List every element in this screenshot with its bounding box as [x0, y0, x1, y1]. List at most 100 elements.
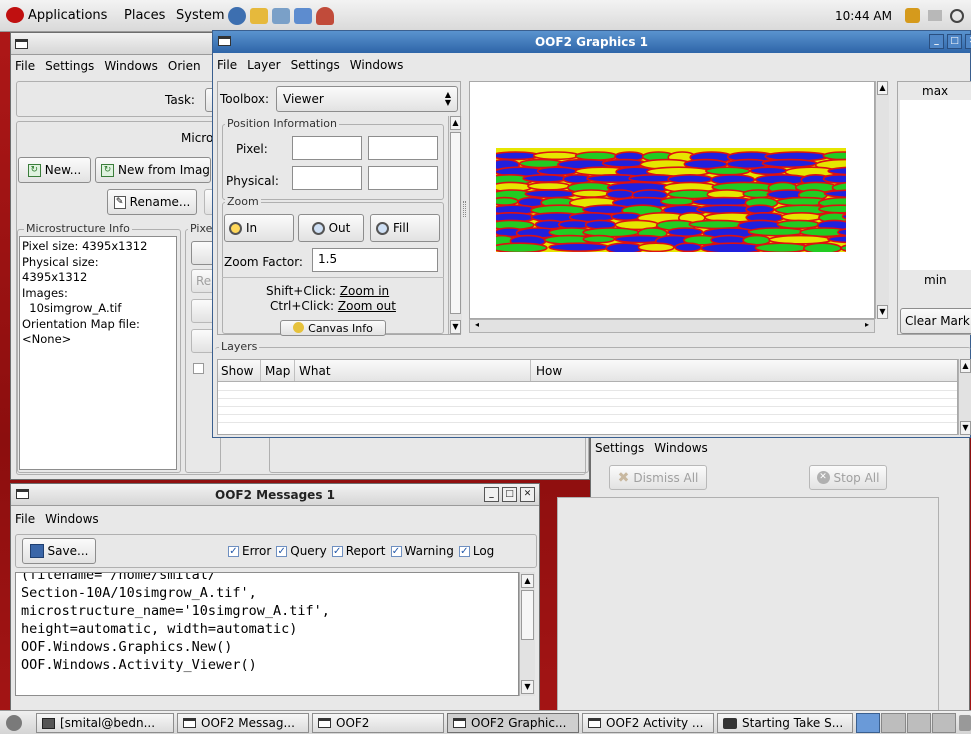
menu-orientation[interactable]: Orien [168, 59, 201, 73]
maximize-icon[interactable]: □ [502, 487, 517, 502]
new-microstructure-button[interactable]: ↻ New... [18, 157, 91, 183]
menu-file[interactable]: File [15, 512, 35, 526]
canvas-scroll-down-icon[interactable]: ▼ [877, 305, 888, 319]
scroll-down-icon[interactable]: ▼ [450, 320, 461, 334]
info-line: Images: [22, 285, 68, 300]
save-button[interactable]: Save... [22, 538, 96, 564]
task-terminal[interactable]: [smital@bedn... [36, 713, 174, 733]
maximize-icon[interactable]: □ [947, 34, 962, 49]
trash-icon[interactable] [959, 715, 971, 731]
dismiss-all-button[interactable]: ✖ Dismiss All [609, 465, 707, 490]
close-icon[interactable]: ✕ [965, 34, 971, 49]
canvas-scroll-up-icon[interactable]: ▲ [877, 81, 888, 95]
minimize-icon[interactable]: _ [484, 487, 499, 502]
redhat-logo-icon[interactable] [6, 7, 24, 23]
zoom-factor-field[interactable]: 1.5 [312, 248, 438, 272]
physical-x-field[interactable] [292, 166, 362, 190]
canvas-vscroll[interactable]: ▲ ▼ [875, 81, 889, 319]
log-scroll-thumb[interactable] [521, 590, 534, 640]
menu-layer[interactable]: Layer [247, 58, 280, 72]
col-map[interactable]: Map [265, 364, 290, 378]
canvas-hscroll[interactable]: ◂ ▸ [469, 319, 875, 333]
workspace-4[interactable] [931, 713, 956, 733]
layers-scrollbar[interactable]: ▲ ▼ [958, 359, 971, 435]
zoom-out-button[interactable]: Out [298, 214, 364, 242]
launcher-chat-icon[interactable] [272, 8, 290, 24]
toolbox-scrollbar[interactable]: ▲ ▼ [448, 116, 462, 334]
pixel-y-field[interactable] [368, 136, 438, 160]
task-activity[interactable]: OOF2 Activity ... [582, 713, 714, 733]
canvas-scroll-right-icon[interactable]: ▸ [861, 320, 873, 332]
launcher-notes-icon[interactable] [294, 8, 312, 24]
clock[interactable]: 10:44 AM [835, 9, 892, 23]
task-messages[interactable]: OOF2 Messag... [177, 713, 309, 733]
menu-places[interactable]: Places [124, 8, 165, 23]
layers-table[interactable]: Show Map What How [217, 359, 958, 435]
stop-all-button[interactable]: ✕ Stop All [809, 465, 887, 490]
messages-titlebar[interactable]: OOF2 Messages 1 _ □ ✕ [11, 484, 539, 506]
task-terminal-label: [smital@bedn... [60, 716, 156, 730]
workspace-3[interactable] [906, 713, 931, 733]
menu-windows[interactable]: Windows [350, 58, 404, 72]
graphics-canvas[interactable] [469, 81, 875, 319]
tray-update-icon[interactable] [905, 8, 920, 23]
rename-button[interactable]: ✎ Rename... [107, 189, 197, 215]
filter-error[interactable]: ✓ Error [228, 544, 271, 558]
zoom-fill-button[interactable]: Fill [370, 214, 440, 242]
filter-warning[interactable]: ✓ Warning [390, 544, 454, 558]
message-log[interactable]: (filename='/home/smital/ Section-10A/10s… [15, 572, 519, 696]
new-from-image-button[interactable]: ↻ New from Imag [95, 157, 211, 183]
menu-windows[interactable]: Windows [654, 441, 708, 455]
task-graphics[interactable]: OOF2 Graphic... [447, 713, 579, 733]
activity-list-panel [557, 497, 939, 711]
menu-settings[interactable]: Settings [291, 58, 340, 72]
tray-network-icon[interactable] [928, 10, 942, 21]
tray-volume-icon[interactable] [950, 9, 964, 23]
layers-scroll-down-icon[interactable]: ▼ [960, 421, 971, 435]
pane-splitter[interactable] [463, 201, 466, 217]
col-how[interactable]: How [536, 364, 562, 378]
physical-y-field[interactable] [368, 166, 438, 190]
menu-file[interactable]: File [217, 58, 237, 72]
menu-windows[interactable]: Windows [104, 59, 158, 73]
menu-settings[interactable]: Settings [45, 59, 94, 73]
message-log-scrollbar[interactable]: ▲ ▼ [519, 572, 535, 696]
workspace-switcher[interactable] [856, 713, 956, 733]
grain [776, 219, 821, 230]
scroll-up-icon[interactable]: ▲ [450, 116, 461, 130]
launcher-browser-icon[interactable] [228, 7, 246, 25]
task-oof2[interactable]: OOF2 [312, 713, 444, 733]
col-show[interactable]: Show [221, 364, 253, 378]
launcher-mail-icon[interactable] [250, 8, 268, 24]
launcher-office-icon[interactable] [316, 7, 334, 25]
graphics-titlebar[interactable]: OOF2 Graphics 1 _ □ ✕ [213, 31, 971, 53]
workspace-2[interactable] [881, 713, 906, 733]
filter-report[interactable]: ✓ Report [331, 544, 386, 558]
task-screenshot[interactable]: Starting Take S... [717, 713, 853, 733]
pixel-x-field[interactable] [292, 136, 362, 160]
menu-windows[interactable]: Windows [45, 512, 99, 526]
menu-settings[interactable]: Settings [595, 441, 644, 455]
menu-system[interactable]: System [176, 8, 224, 23]
filter-log[interactable]: ✓ Log [458, 544, 494, 558]
log-scroll-up-icon[interactable]: ▲ [521, 574, 534, 588]
minimize-icon[interactable]: _ [929, 34, 944, 49]
grain [827, 234, 846, 244]
filter-query[interactable]: ✓ Query [276, 544, 327, 558]
scroll-thumb[interactable] [450, 132, 461, 314]
canvas-info-button[interactable]: Canvas Info [280, 320, 386, 336]
zoom-in-button[interactable]: In [224, 214, 294, 242]
toolbox-selector[interactable]: Viewer ▲ ▼ [276, 86, 458, 112]
col-what[interactable]: What [299, 364, 331, 378]
layers-scroll-up-icon[interactable]: ▲ [960, 359, 971, 373]
menu-applications[interactable]: Applications [28, 8, 107, 23]
clear-mark-button[interactable]: Clear Mark [900, 308, 971, 334]
workspace-1[interactable] [856, 713, 881, 733]
show-desktop-icon[interactable] [6, 715, 22, 731]
zoom-legend: Zoom [225, 195, 261, 208]
canvas-scroll-left-icon[interactable]: ◂ [471, 320, 483, 332]
log-scroll-down-icon[interactable]: ▼ [521, 680, 534, 694]
meshable-checkbox-partial[interactable] [193, 363, 204, 374]
menu-file[interactable]: File [15, 59, 35, 73]
close-icon[interactable]: ✕ [520, 487, 535, 502]
